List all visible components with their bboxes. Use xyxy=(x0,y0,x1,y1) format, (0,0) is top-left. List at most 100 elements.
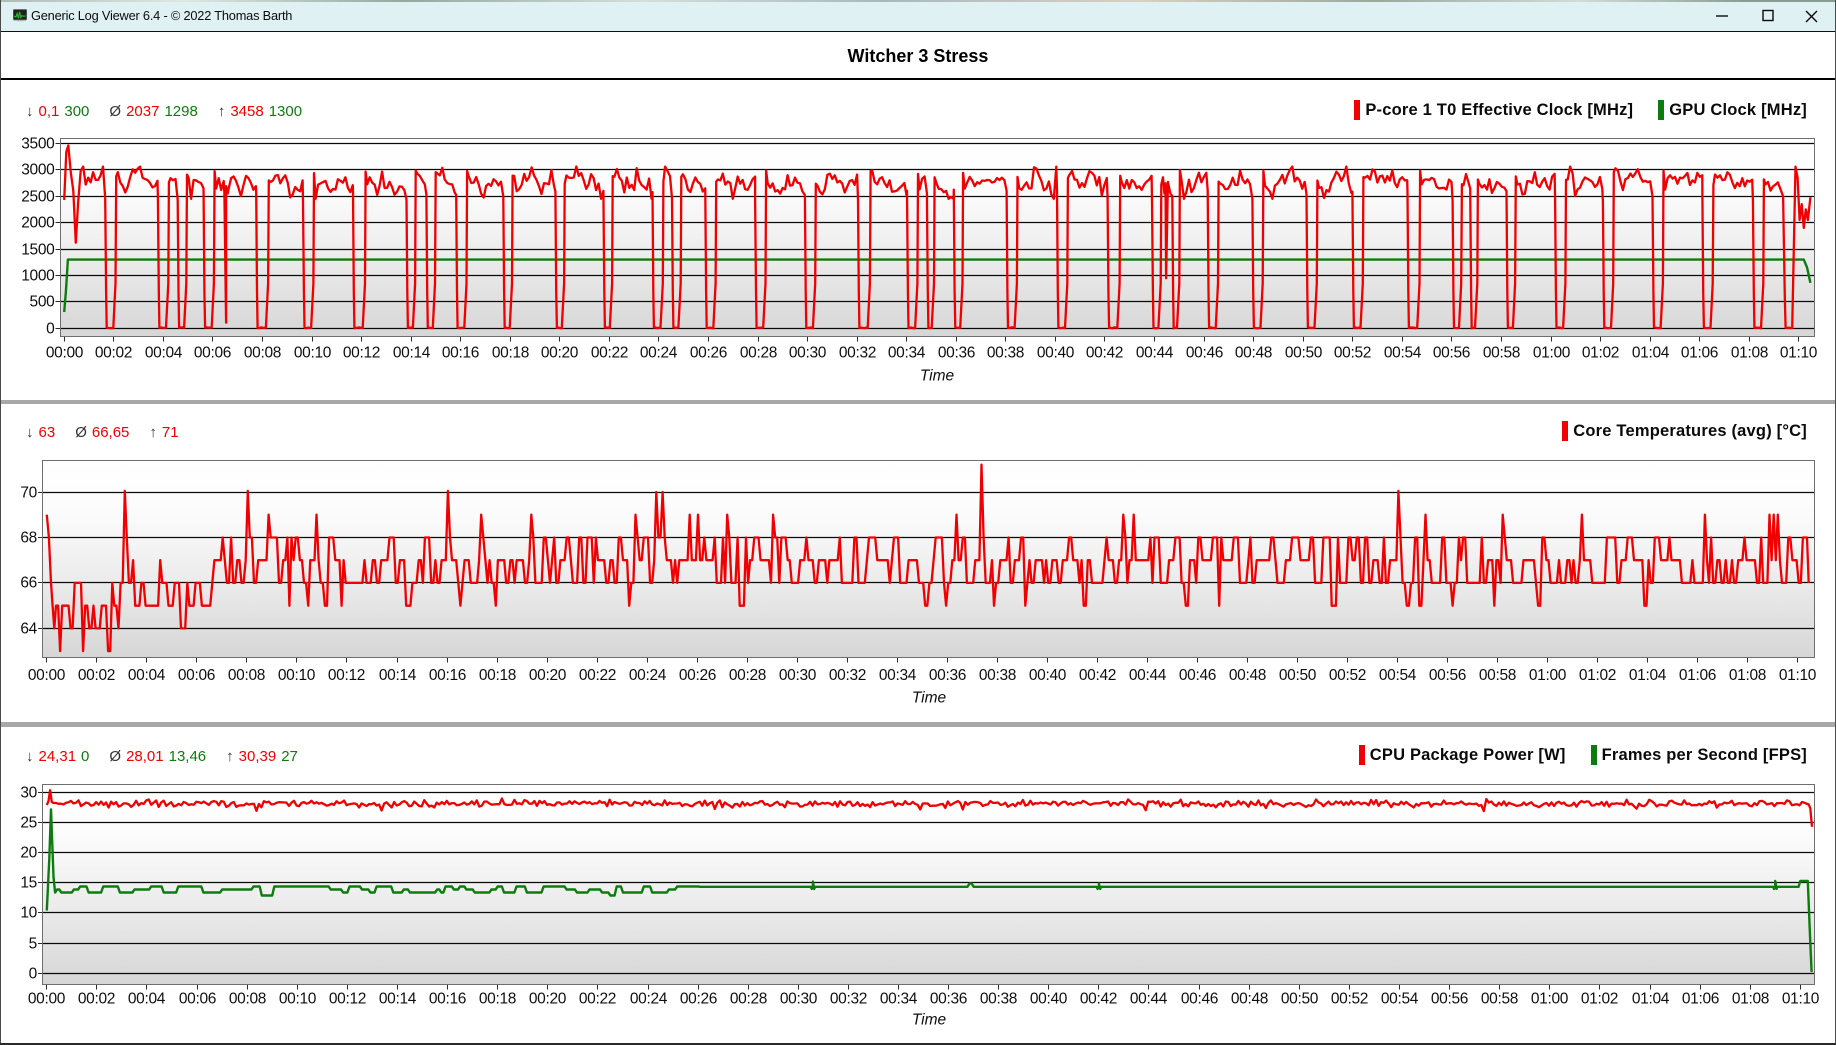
svg-text:00:46: 00:46 xyxy=(1181,991,1218,1008)
svg-text:500: 500 xyxy=(30,294,56,311)
svg-text:01:00: 01:00 xyxy=(1529,667,1567,684)
svg-text:01:00: 01:00 xyxy=(1533,345,1571,362)
svg-text:00:16: 00:16 xyxy=(429,991,466,1008)
svg-text:00:22: 00:22 xyxy=(591,345,628,362)
svg-text:00:58: 00:58 xyxy=(1483,345,1520,362)
svg-text:00:16: 00:16 xyxy=(429,667,466,684)
svg-text:00:00: 00:00 xyxy=(28,991,66,1008)
svg-text:00:48: 00:48 xyxy=(1231,991,1268,1008)
svg-text:01:00: 01:00 xyxy=(1531,991,1569,1008)
svg-text:00:10: 00:10 xyxy=(294,345,332,362)
svg-text:00:22: 00:22 xyxy=(579,991,616,1008)
svg-text:00:08: 00:08 xyxy=(244,345,281,362)
svg-text:00:48: 00:48 xyxy=(1229,667,1266,684)
svg-text:00:50: 00:50 xyxy=(1279,667,1317,684)
svg-text:3000: 3000 xyxy=(21,162,55,179)
svg-text:00:14: 00:14 xyxy=(379,667,417,684)
svg-text:00:06: 00:06 xyxy=(179,991,216,1008)
svg-text:00:20: 00:20 xyxy=(529,667,567,684)
svg-text:00:04: 00:04 xyxy=(128,667,166,684)
svg-text:00:58: 00:58 xyxy=(1479,667,1516,684)
svg-text:00:10: 00:10 xyxy=(279,991,317,1008)
svg-text:00:40: 00:40 xyxy=(1030,991,1068,1008)
svg-text:00:08: 00:08 xyxy=(228,667,265,684)
svg-text:00:18: 00:18 xyxy=(479,991,516,1008)
svg-text:00:34: 00:34 xyxy=(880,991,918,1008)
svg-text:00:20: 00:20 xyxy=(541,345,579,362)
svg-text:01:02: 01:02 xyxy=(1582,345,1619,362)
svg-text:00:34: 00:34 xyxy=(888,345,926,362)
svg-text:01:04: 01:04 xyxy=(1632,991,1670,1008)
svg-text:00:12: 00:12 xyxy=(328,667,365,684)
svg-text:00:38: 00:38 xyxy=(979,667,1016,684)
svg-text:00:00: 00:00 xyxy=(28,667,66,684)
svg-text:30: 30 xyxy=(20,785,37,802)
svg-text:20: 20 xyxy=(20,845,37,862)
svg-text:00:06: 00:06 xyxy=(178,667,215,684)
svg-text:00:22: 00:22 xyxy=(579,667,616,684)
svg-text:01:04: 01:04 xyxy=(1632,345,1670,362)
svg-text:00:26: 00:26 xyxy=(690,345,727,362)
svg-text:00:42: 00:42 xyxy=(1086,345,1123,362)
svg-text:25: 25 xyxy=(20,815,37,832)
svg-text:1000: 1000 xyxy=(21,268,55,285)
svg-text:01:08: 01:08 xyxy=(1732,991,1769,1008)
svg-text:00:34: 00:34 xyxy=(879,667,917,684)
svg-text:68: 68 xyxy=(20,530,37,547)
svg-text:00:48: 00:48 xyxy=(1235,345,1272,362)
svg-text:00:12: 00:12 xyxy=(329,991,366,1008)
svg-text:00:46: 00:46 xyxy=(1186,345,1223,362)
svg-text:01:02: 01:02 xyxy=(1581,991,1618,1008)
svg-text:66: 66 xyxy=(20,575,37,592)
svg-text:01:10: 01:10 xyxy=(1779,667,1817,684)
svg-text:2000: 2000 xyxy=(21,215,55,232)
svg-text:00:32: 00:32 xyxy=(839,345,876,362)
svg-text:Time: Time xyxy=(920,368,955,385)
svg-text:00:24: 00:24 xyxy=(629,667,667,684)
svg-text:00:54: 00:54 xyxy=(1384,345,1422,362)
svg-text:01:10: 01:10 xyxy=(1780,345,1818,362)
svg-text:10: 10 xyxy=(20,905,37,922)
svg-text:00:08: 00:08 xyxy=(229,991,266,1008)
svg-text:00:24: 00:24 xyxy=(640,345,678,362)
svg-text:00:06: 00:06 xyxy=(194,345,231,362)
svg-text:00:26: 00:26 xyxy=(679,667,716,684)
svg-text:00:38: 00:38 xyxy=(980,991,1017,1008)
svg-text:00:54: 00:54 xyxy=(1381,991,1419,1008)
svg-text:Time: Time xyxy=(912,1012,947,1029)
svg-text:00:32: 00:32 xyxy=(829,667,866,684)
svg-text:00:38: 00:38 xyxy=(987,345,1024,362)
svg-text:00:30: 00:30 xyxy=(780,991,818,1008)
svg-text:00:32: 00:32 xyxy=(830,991,867,1008)
svg-text:00:14: 00:14 xyxy=(379,991,417,1008)
svg-text:00:02: 00:02 xyxy=(78,991,115,1008)
svg-text:00:56: 00:56 xyxy=(1429,667,1466,684)
svg-text:00:18: 00:18 xyxy=(492,345,529,362)
svg-text:00:28: 00:28 xyxy=(730,991,767,1008)
svg-text:00:04: 00:04 xyxy=(128,991,166,1008)
svg-text:00:10: 00:10 xyxy=(278,667,316,684)
svg-text:00:20: 00:20 xyxy=(529,991,567,1008)
svg-text:00:02: 00:02 xyxy=(95,345,132,362)
svg-text:00:04: 00:04 xyxy=(145,345,183,362)
svg-text:00:52: 00:52 xyxy=(1334,345,1371,362)
svg-text:00:14: 00:14 xyxy=(393,345,431,362)
svg-text:00:56: 00:56 xyxy=(1431,991,1468,1008)
svg-text:01:04: 01:04 xyxy=(1629,667,1667,684)
svg-text:5: 5 xyxy=(29,936,37,953)
svg-text:00:52: 00:52 xyxy=(1329,667,1366,684)
svg-text:00:42: 00:42 xyxy=(1080,991,1117,1008)
svg-text:00:42: 00:42 xyxy=(1079,667,1116,684)
svg-text:00:28: 00:28 xyxy=(729,667,766,684)
svg-text:3500: 3500 xyxy=(21,136,55,153)
svg-text:00:28: 00:28 xyxy=(740,345,777,362)
svg-text:00:50: 00:50 xyxy=(1281,991,1319,1008)
svg-text:00:26: 00:26 xyxy=(680,991,717,1008)
svg-text:64: 64 xyxy=(20,621,37,638)
svg-text:0: 0 xyxy=(29,966,38,983)
svg-text:01:06: 01:06 xyxy=(1681,345,1718,362)
svg-text:70: 70 xyxy=(20,485,37,502)
svg-text:00:24: 00:24 xyxy=(630,991,668,1008)
svg-text:Time: Time xyxy=(912,690,947,707)
svg-text:01:02: 01:02 xyxy=(1579,667,1616,684)
